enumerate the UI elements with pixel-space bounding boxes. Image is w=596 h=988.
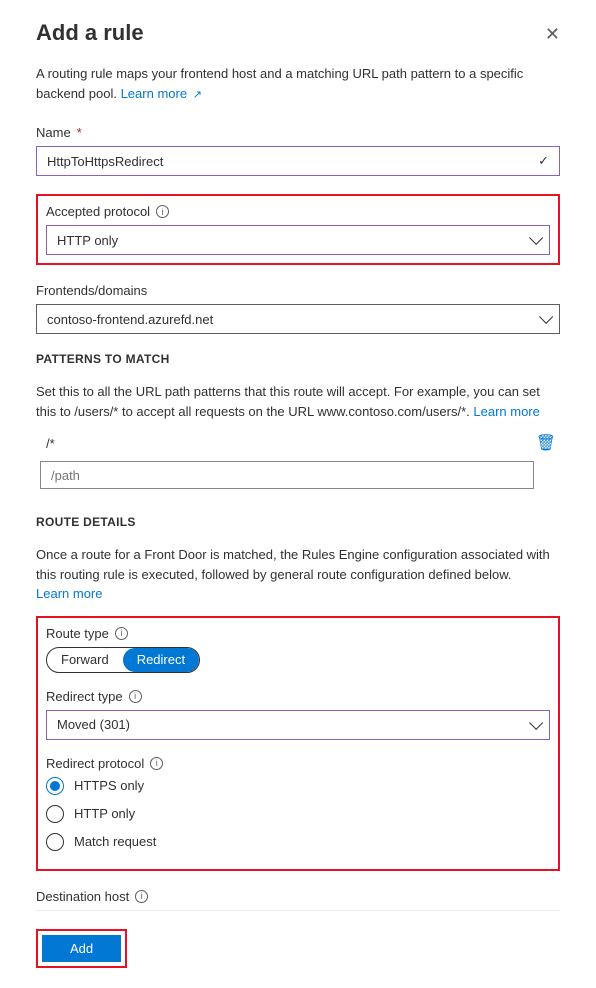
close-icon[interactable]: ✕	[545, 24, 560, 45]
check-icon	[538, 153, 549, 169]
pattern-item: /* 🗑	[36, 433, 560, 453]
protocol-label: Accepted protocol i	[46, 204, 550, 219]
destination-host-label: Destination host i	[36, 889, 560, 904]
protocol-select[interactable]: HTTP only	[46, 225, 550, 255]
info-icon[interactable]: i	[129, 690, 142, 703]
trash-icon[interactable]: 🗑	[536, 433, 556, 453]
route-details-highlight: Route type i Forward Redirect Redirect t…	[36, 616, 560, 871]
route-learn-more-link[interactable]: Learn more	[36, 586, 102, 601]
route-type-redirect[interactable]: Redirect	[123, 648, 199, 672]
name-label: Name *	[36, 125, 560, 140]
chevron-down-icon	[539, 310, 553, 324]
info-icon[interactable]: i	[115, 627, 128, 640]
redirect-type-select[interactable]: Moved (301)	[46, 710, 550, 740]
route-type-forward[interactable]: Forward	[47, 648, 123, 672]
protocol-highlight: Accepted protocol i HTTP only	[36, 194, 560, 265]
radio-icon	[46, 833, 64, 851]
name-input[interactable]: HttpToHttpsRedirect	[36, 146, 560, 176]
radio-icon	[46, 777, 64, 795]
add-button-highlight: Add	[36, 929, 127, 968]
patterns-help: Set this to all the URL path patterns th…	[36, 382, 560, 421]
redirect-protocol-http[interactable]: HTTP only	[46, 805, 550, 823]
path-input[interactable]	[40, 461, 534, 489]
chevron-down-icon	[529, 231, 543, 245]
redirect-protocol-label: Redirect protocol i	[46, 756, 550, 771]
info-icon[interactable]: i	[135, 890, 148, 903]
route-heading: ROUTE DETAILS	[36, 515, 560, 529]
learn-more-link[interactable]: Learn more ↗	[121, 86, 202, 101]
frontends-select[interactable]: contoso-frontend.azurefd.net	[36, 304, 560, 334]
patterns-heading: PATTERNS TO MATCH	[36, 352, 560, 366]
redirect-type-label: Redirect type i	[46, 689, 550, 704]
add-button[interactable]: Add	[42, 935, 121, 962]
redirect-protocol-https[interactable]: HTTPS only	[46, 777, 550, 795]
info-icon[interactable]: i	[156, 205, 169, 218]
page-title: Add a rule	[36, 20, 144, 46]
redirect-protocol-match[interactable]: Match request	[46, 833, 550, 851]
divider	[36, 910, 560, 911]
frontends-label: Frontends/domains	[36, 283, 560, 298]
route-help: Once a route for a Front Door is matched…	[36, 545, 560, 604]
radio-icon	[46, 805, 64, 823]
chevron-down-icon	[529, 715, 543, 729]
info-icon[interactable]: i	[150, 757, 163, 770]
patterns-learn-more-link[interactable]: Learn more	[473, 404, 539, 419]
intro-text: A routing rule maps your frontend host a…	[36, 64, 560, 103]
external-link-icon: ↗	[193, 89, 202, 101]
route-type-toggle[interactable]: Forward Redirect	[46, 647, 200, 673]
route-type-label: Route type i	[46, 626, 550, 641]
